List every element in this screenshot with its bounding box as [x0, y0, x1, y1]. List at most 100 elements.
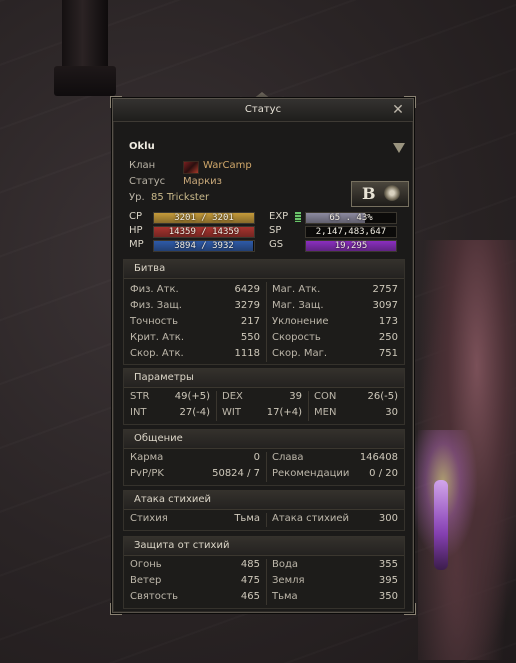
gs-row: GS 19,295: [269, 239, 399, 252]
gs-label: GS: [269, 239, 284, 250]
gs-bar: 19,295: [305, 240, 397, 252]
grade-button[interactable]: B: [351, 181, 409, 207]
hp-label: HP: [129, 225, 143, 236]
stat-value: 3097: [372, 300, 398, 311]
stat-value: 0 / 20: [369, 468, 398, 479]
stat-value: 146408: [359, 452, 398, 463]
stat-label: Рекомендации: [272, 468, 350, 479]
stat-value: 250: [378, 332, 398, 343]
stat-speed: Скорость 250: [272, 330, 398, 346]
stat-label: Скорость: [272, 332, 321, 343]
exp-bar: 65 . 43%: [305, 212, 397, 224]
stat-recommendations: Рекомендации 0 / 20: [272, 466, 398, 482]
pillar: [62, 0, 108, 74]
stat-label: Физ. Атк.: [130, 284, 179, 295]
param-value: 49(+5): [174, 391, 210, 402]
stat-label: Крит. Атк.: [130, 332, 185, 343]
stat-label: Вода: [272, 559, 299, 570]
stat-value: 355: [378, 559, 398, 570]
character-name: Oklu: [129, 141, 155, 152]
exp-row: EXP 65 . 43%: [269, 211, 399, 224]
status-label: Статус: [129, 176, 166, 187]
param-value: 27(-4): [179, 407, 211, 418]
stat-label: Земля: [272, 575, 305, 586]
options-icon[interactable]: [393, 143, 405, 153]
sp-row: SP 2,147,483,647: [269, 225, 399, 238]
character-info: Oklu Клан WarCamp Статус Маркиз Ур. 85 T…: [123, 135, 409, 255]
stat-label: Ветер: [130, 575, 162, 586]
clan-row: Клан WarCamp: [129, 159, 329, 174]
gs-value: 19,295: [334, 241, 368, 251]
cp-value: 3201 / 3201: [174, 213, 234, 223]
stat-value: 217: [240, 316, 260, 327]
cp-row: CP 3201 / 3201: [129, 211, 255, 224]
param-label: DEX: [222, 391, 243, 402]
parameters-title: Параметры: [134, 372, 194, 383]
stat-value: 475: [240, 575, 260, 586]
stat-cast-speed: Скор. Маг. 751: [272, 346, 398, 362]
attack-element-section: Атака стихией Стихия Тьма Атака стихией …: [123, 490, 405, 531]
stat-accuracy: Точность 217: [130, 314, 260, 330]
param-label: WIT: [222, 407, 241, 418]
window-title: Статус: [244, 104, 282, 115]
param-con: CON 26(-5): [314, 389, 398, 405]
status-value: Маркиз: [183, 176, 222, 187]
def-earth: Земля 395: [272, 573, 398, 589]
param-label: MEN: [314, 407, 337, 418]
column-divider: [266, 559, 267, 605]
param-int: INT 27(-4): [130, 405, 210, 421]
sp-value: 2,147,483,647: [315, 227, 387, 237]
param-str: STR 49(+5): [130, 389, 210, 405]
section-header: Защита от стихий: [124, 537, 404, 556]
sp-label: SP: [269, 225, 282, 236]
stat-value: 465: [240, 591, 260, 602]
stat-fame: Слава 146408: [272, 450, 398, 466]
stat-label: Скор. Атк.: [130, 348, 184, 359]
param-dex: DEX 39: [222, 389, 302, 405]
section-header: Общение: [124, 430, 404, 449]
section-header: Битва: [124, 260, 404, 279]
exp-value: 65 . 43%: [329, 213, 373, 223]
stat-label: Маг. Атк.: [272, 284, 321, 295]
stat-value: 395: [378, 575, 398, 586]
def-dark: Тьма 350: [272, 589, 398, 605]
stat-element-attack: Атака стихией 300: [272, 511, 398, 527]
status-row: Статус Маркиз: [129, 175, 329, 189]
parameters-section: Параметры STR 49(+5) DEX 39 CON 26(-5) I…: [123, 368, 405, 425]
stat-value: 2757: [372, 284, 398, 295]
def-fire: Огонь 485: [130, 557, 260, 573]
stat-label: Физ. Защ.: [130, 300, 182, 311]
stat-phys-def: Физ. Защ. 3279: [130, 298, 260, 314]
status-window[interactable]: Статус ✕ Oklu Клан WarCamp Статус Маркиз…: [112, 98, 414, 613]
stat-crit: Крит. Атк. 550: [130, 330, 260, 346]
attack-element-title: Атака стихией: [134, 494, 212, 505]
stat-label: PvP/PK: [130, 468, 164, 479]
column-divider: [266, 513, 267, 527]
stat-pvp-pk: PvP/PK 50824 / 7: [130, 466, 260, 482]
clan-name: WarCamp: [203, 160, 252, 171]
stat-label: Атака стихией: [272, 513, 350, 524]
hp-value: 14359 / 14359: [168, 227, 240, 237]
stat-label: Точность: [130, 316, 179, 327]
stat-value: 550: [240, 332, 260, 343]
exp-icon: [295, 212, 301, 222]
stat-label: Слава: [272, 452, 304, 463]
glowing-staff: [434, 480, 448, 570]
column-divider: [266, 452, 267, 482]
mp-value: 3894 / 3932: [174, 241, 234, 251]
clan-crest-icon: [183, 161, 199, 174]
social-title: Общение: [134, 433, 183, 444]
hp-bar: 14359 / 14359: [153, 226, 255, 238]
close-icon[interactable]: ✕: [391, 103, 405, 117]
window-titlebar[interactable]: Статус ✕: [113, 99, 413, 122]
stat-value: 485: [240, 559, 260, 570]
battle-section: Битва Физ. Атк. 6429 Физ. Защ. 3279 Точн…: [123, 259, 405, 365]
stat-label: Тьма: [272, 591, 298, 602]
mp-row: MP 3894 / 3932: [129, 239, 255, 252]
stat-atk-speed: Скор. Атк. 1118: [130, 346, 260, 362]
param-value: 17(+4): [266, 407, 302, 418]
stat-label: Стихия: [130, 513, 168, 524]
stat-phys-atk: Физ. Атк. 6429: [130, 282, 260, 298]
defense-element-title: Защита от стихий: [134, 540, 230, 551]
cp-bar: 3201 / 3201: [153, 212, 255, 224]
